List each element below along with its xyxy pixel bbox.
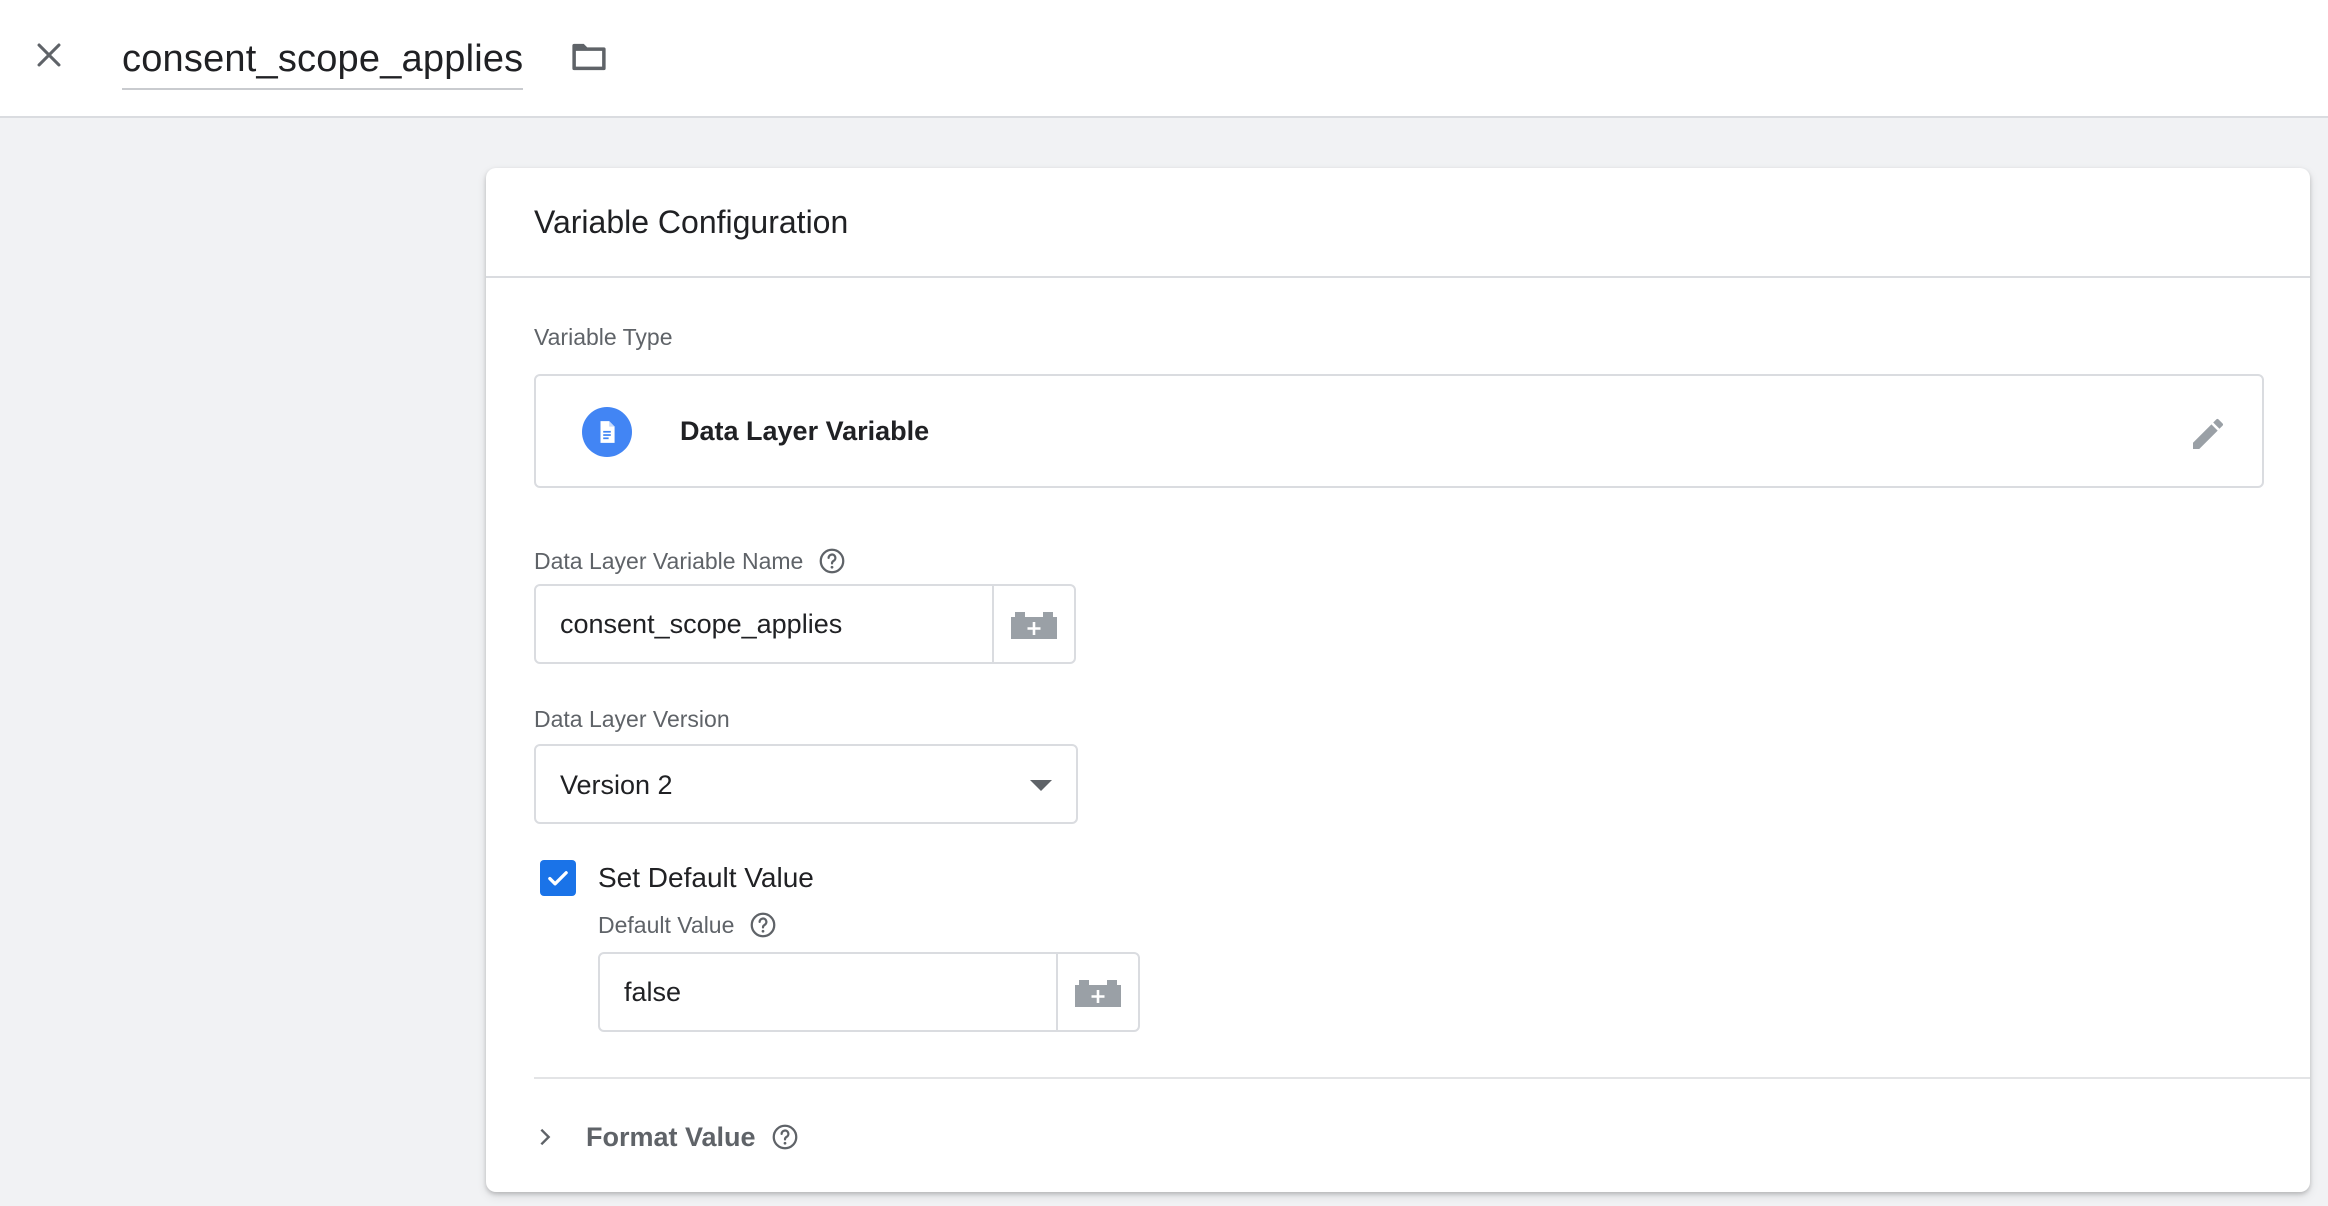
checkmark-icon	[548, 871, 568, 886]
variable-type-label: Variable Type	[534, 324, 673, 350]
card-header: Variable Configuration	[486, 168, 2310, 278]
pencil-icon[interactable]	[2186, 412, 2230, 456]
document-icon	[582, 407, 632, 457]
chevron-right-icon	[540, 1128, 551, 1146]
dlv-name-label: Data Layer Variable Name	[534, 546, 847, 576]
lego-brick-plus-icon	[1075, 980, 1122, 1007]
variable-configuration-card: Variable Configuration Variable Type Dat…	[486, 168, 2310, 1192]
editor-header: consent_scope_applies	[0, 0, 2328, 118]
dlv-name-label-text: Data Layer Variable Name	[534, 547, 804, 574]
folder-button[interactable]	[564, 32, 614, 82]
variable-type-name: Data Layer Variable	[680, 416, 930, 446]
dlv-name-input[interactable]	[536, 586, 993, 662]
default-value-input-group	[598, 952, 1140, 1032]
dlv-version-selected: Version 2	[560, 770, 673, 800]
card-title: Variable Configuration	[534, 204, 849, 240]
section-divider	[534, 1077, 2310, 1079]
lego-brick-plus-icon	[1011, 612, 1058, 639]
set-default-value-label: Set Default Value	[598, 862, 814, 893]
variable-type-selector[interactable]: Data Layer Variable	[534, 374, 2264, 488]
dlv-name-input-group	[534, 584, 1076, 664]
close-icon	[37, 43, 61, 67]
close-button[interactable]	[24, 30, 74, 80]
default-value-input[interactable]	[600, 954, 1057, 1030]
help-icon[interactable]	[770, 1122, 800, 1152]
dlv-version-label: Data Layer Version	[534, 706, 730, 732]
caret-down-icon	[1030, 780, 1052, 791]
format-value-label: Format Value	[586, 1121, 756, 1152]
help-icon[interactable]	[817, 546, 847, 576]
default-value-label-text: Default Value	[598, 911, 735, 938]
set-default-value-checkbox[interactable]	[540, 860, 576, 896]
format-value-toggle[interactable]: Format Value	[534, 1112, 800, 1162]
insert-variable-button[interactable]	[1056, 954, 1138, 1030]
help-icon[interactable]	[748, 910, 778, 940]
dlv-version-select[interactable]: Version 2	[534, 744, 1078, 824]
insert-variable-button[interactable]	[992, 586, 1074, 662]
variable-name-field[interactable]: consent_scope_applies	[122, 30, 524, 90]
folder-icon	[572, 43, 606, 71]
default-value-label: Default Value	[598, 910, 778, 940]
variable-name-text: consent_scope_applies	[122, 37, 524, 80]
